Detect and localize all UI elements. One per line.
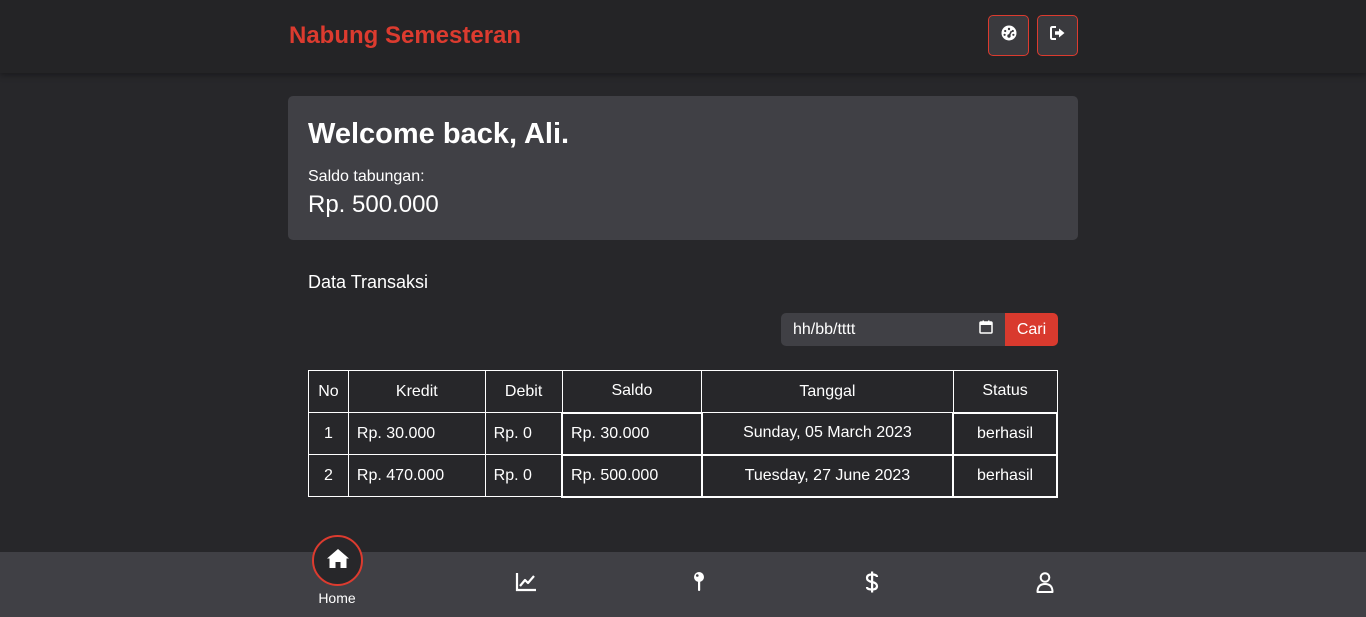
cell-kredit: Rp. 30.000 (347, 412, 486, 455)
table-header-row: No Kredit Debit Saldo Tanggal Status (308, 370, 1058, 413)
cell-no: 2 (308, 454, 349, 497)
column-header-no: No (308, 370, 349, 413)
cell-debit: Rp. 0 (484, 454, 563, 497)
nav-item-home[interactable] (312, 535, 363, 586)
dashboard-gauge-icon (1001, 25, 1017, 46)
date-placeholder: hh/bb/tttt (793, 320, 856, 338)
pin-icon (692, 571, 706, 598)
cell-kredit: Rp. 470.000 (347, 454, 486, 497)
column-header-tanggal: Tanggal (701, 370, 954, 413)
nav-item-statistics[interactable] (486, 552, 566, 617)
transactions-table: No Kredit Debit Saldo Tanggal Status 1 R… (308, 370, 1058, 498)
logout-icon (1049, 26, 1066, 45)
chart-line-icon (515, 572, 537, 597)
dollar-icon (865, 571, 879, 598)
nav-item-location[interactable] (659, 552, 739, 617)
cell-saldo: Rp. 500.000 (561, 453, 703, 498)
cell-status: berhasil (952, 411, 1058, 456)
bottom-navbar (0, 552, 1366, 617)
search-button[interactable]: Cari (1005, 313, 1058, 346)
cell-debit: Rp. 0 (484, 412, 563, 455)
home-icon (326, 548, 350, 574)
column-header-kredit: Kredit (347, 370, 486, 413)
top-navbar: Nabung Semesteran (0, 0, 1366, 73)
cell-tanggal: Sunday, 05 March 2023 (701, 412, 954, 455)
transactions-title: Data Transaksi (308, 272, 429, 292)
table-row: 2 Rp. 470.000 Rp. 0 Rp. 500.000 Tuesday,… (308, 453, 1058, 498)
table-row: 1 Rp. 30.000 Rp. 0 Rp. 30.000 Sunday, 05… (308, 411, 1058, 456)
cell-status: berhasil (952, 453, 1058, 498)
welcome-title: Welcome back, Ali. (308, 118, 570, 150)
user-icon (1036, 571, 1054, 598)
date-filter-input[interactable]: hh/bb/tttt (781, 313, 1005, 346)
nav-item-savings[interactable] (832, 552, 912, 617)
logout-button[interactable] (1037, 15, 1078, 56)
cell-no: 1 (308, 412, 349, 455)
column-header-status: Status (952, 370, 1058, 413)
saldo-value: Rp. 500.000 (308, 191, 439, 218)
welcome-card: Welcome back, Ali. Saldo tabungan: Rp. 5… (288, 96, 1078, 240)
dashboard-button[interactable] (988, 15, 1029, 56)
nav-item-profile[interactable] (1005, 552, 1085, 617)
column-header-debit: Debit (484, 370, 563, 413)
column-header-saldo: Saldo (561, 370, 703, 413)
cell-saldo: Rp. 30.000 (561, 411, 703, 456)
nav-home-label[interactable]: Home (297, 590, 377, 606)
calendar-icon[interactable] (979, 320, 993, 339)
brand-title[interactable]: Nabung Semesteran (289, 22, 521, 50)
cell-tanggal: Tuesday, 27 June 2023 (700, 453, 955, 498)
saldo-label: Saldo tabungan: (308, 168, 425, 185)
